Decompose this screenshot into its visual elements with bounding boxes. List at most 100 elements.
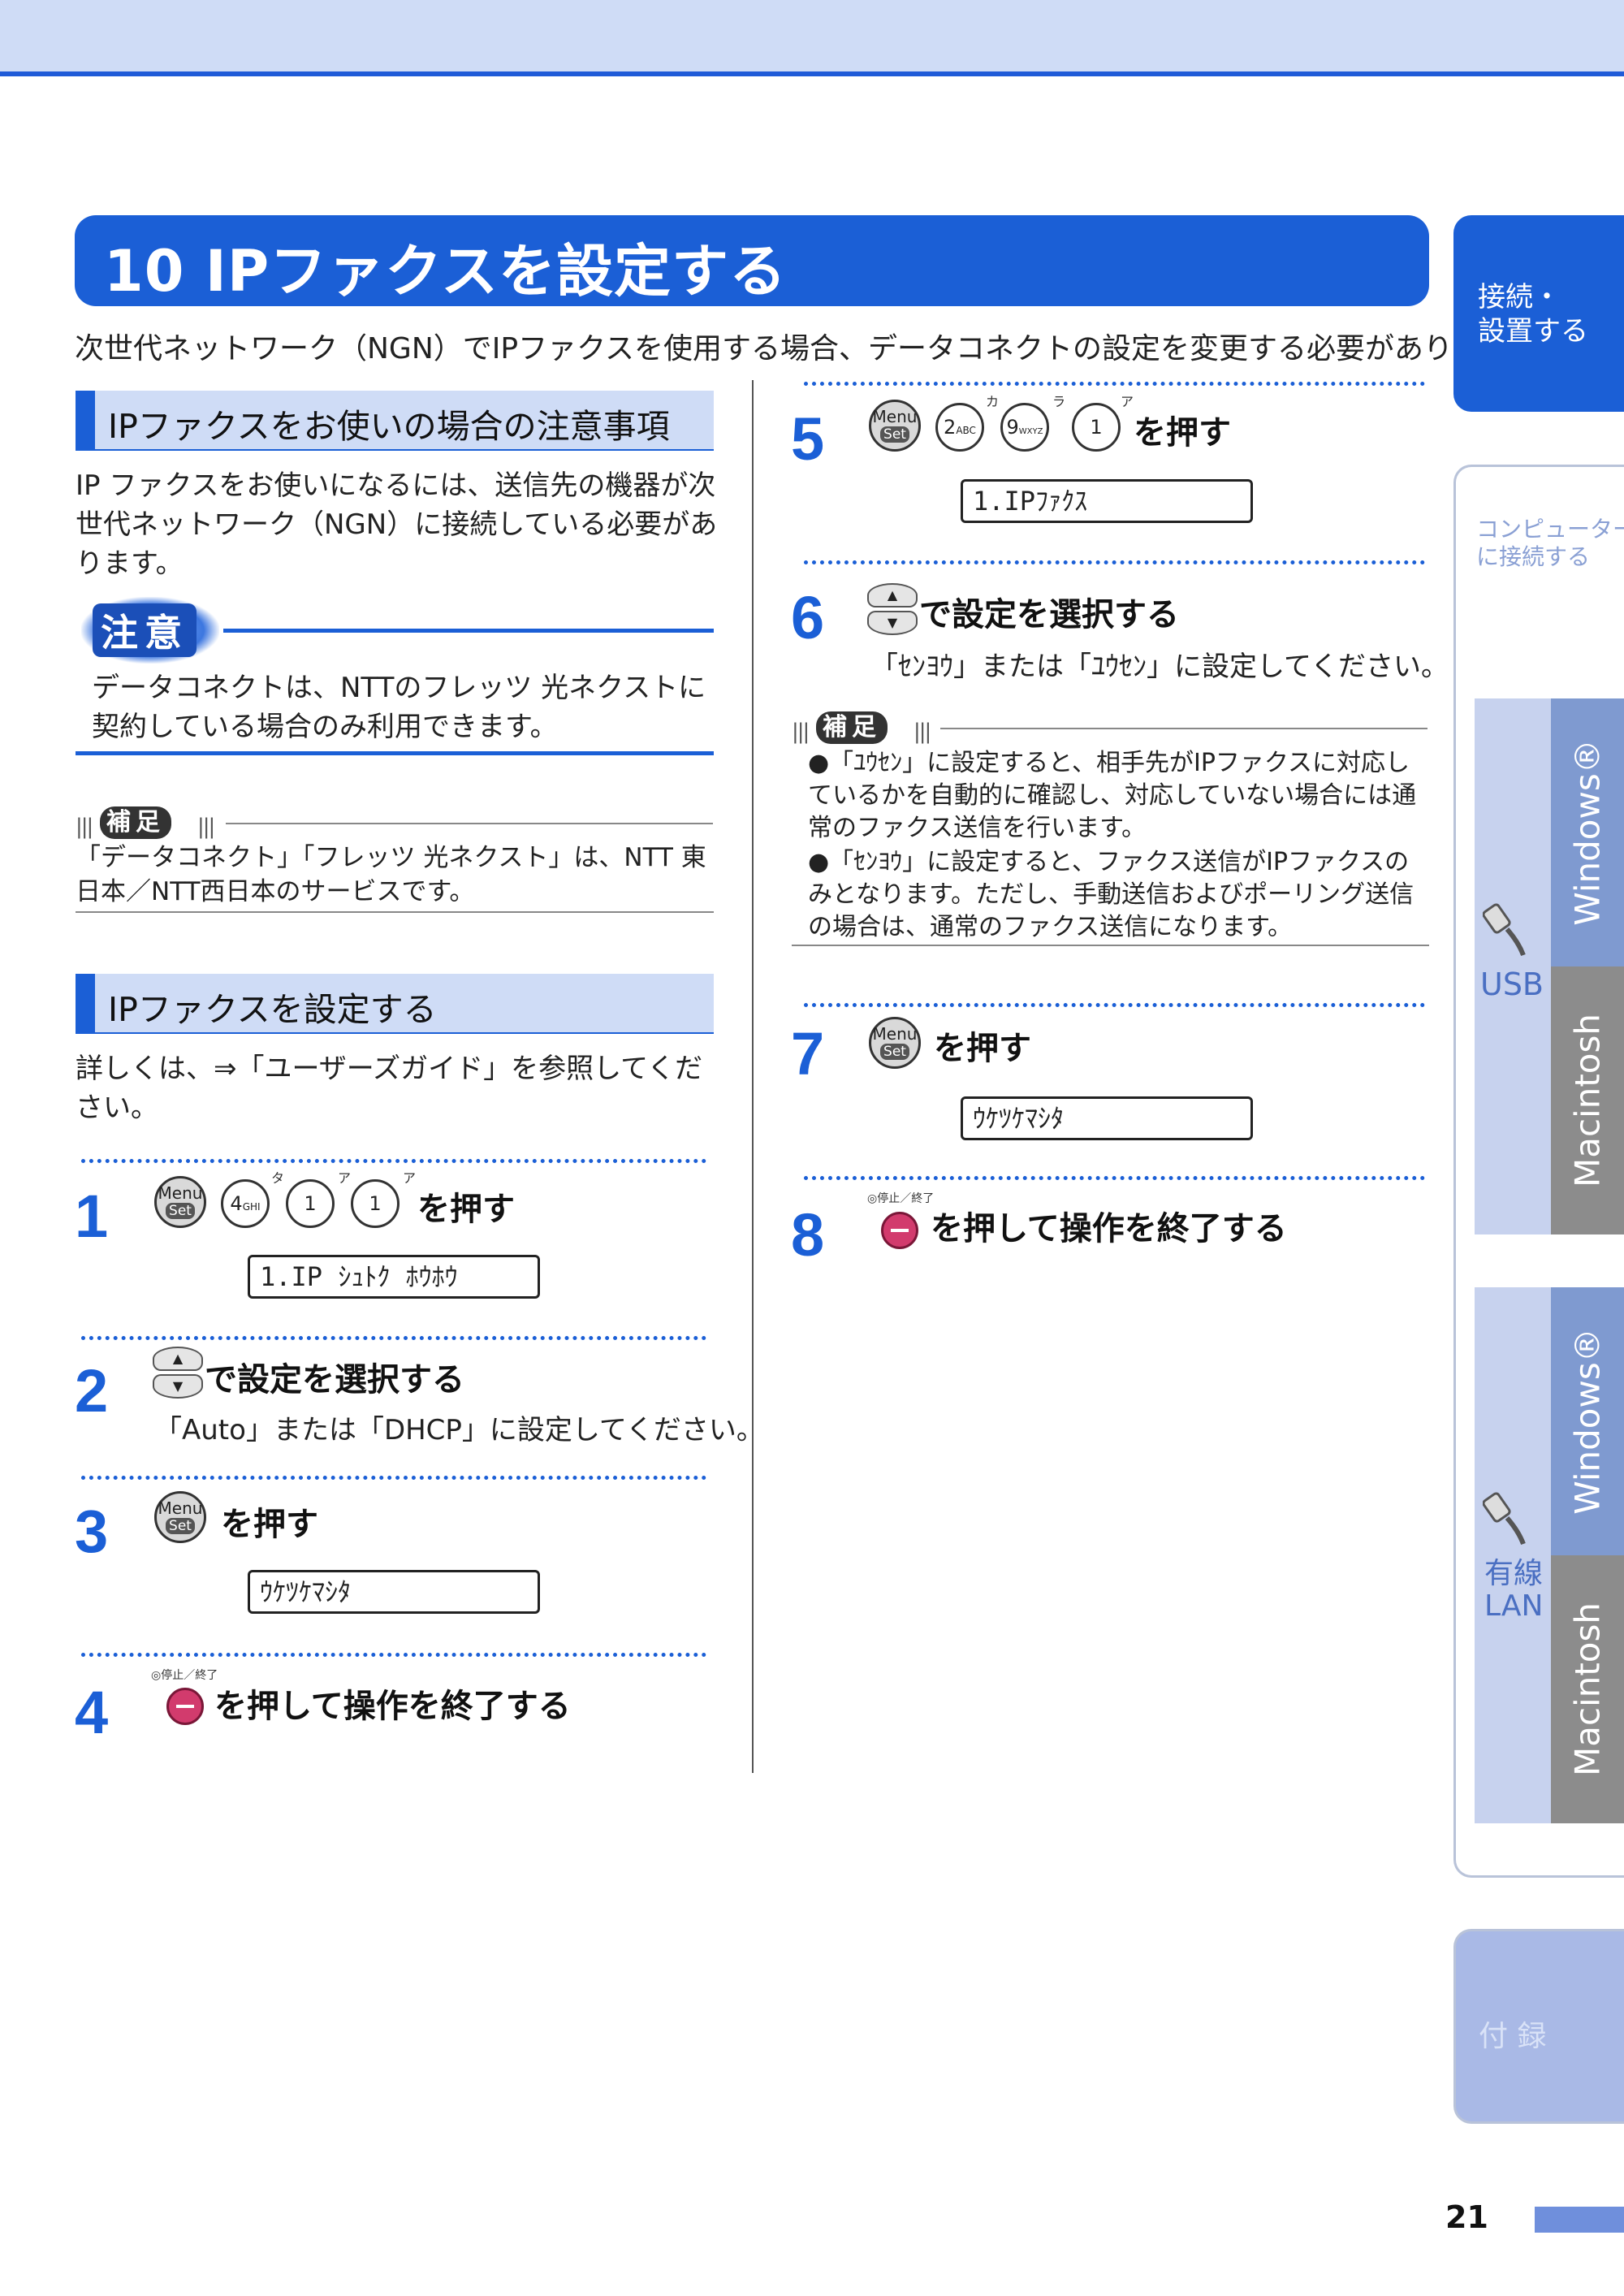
step-instruction: で設定を選択する [919,596,1179,633]
caution-body: データコネクトは、NTTのフレッツ 光ネクストに契約している場合のみ利用できます… [92,672,706,743]
step-instruction: を押して操作を終了する [214,1688,571,1725]
lcd-display: ｳｹﾂｹﾏｼﾀ [248,1570,540,1614]
step-instruction: を押す [1134,414,1231,452]
caution-badge: 注意 [81,597,219,664]
step-number: 7 [791,1020,825,1087]
dotted-divider [81,1336,706,1340]
dotted-divider [81,1476,706,1480]
step-instruction: を押して操作を終了する [931,1210,1287,1247]
tab-usb-macintosh[interactable]: Macintosh [1551,966,1624,1234]
supplement-item: ●「ﾕｳｾﾝ」に設定すると、相手先がIPファクスに対応しているかを自動的に確認し… [808,749,1417,842]
lcd-display: 1.IPﾌｧｸｽ [961,479,1253,523]
key-sub-label: WXYZ [1018,427,1043,436]
tab-setup[interactable]: 接続・ 設置する [1453,215,1624,412]
key-label: 9 [1006,416,1019,439]
section-body: 詳しくは、⇒「ユーザーズガイド」を参照してください。 [76,1053,703,1124]
step-instruction: を押す [934,1030,1031,1067]
key-label: Menu [158,1183,203,1203]
key-1-icon: 1 [351,1179,400,1228]
dotted-divider [804,1003,1425,1007]
key-sub-label: ABC [956,425,976,436]
intro-text: 次世代ネットワーク（NGN）でIPファクスを使用する場合、データコネクトの設定を… [75,332,1538,365]
lcd-display: 1.IP ｼｭﾄｸ ﾎｳﾎｳ [248,1255,540,1299]
key-label: Set [166,1203,195,1219]
step-number: 8 [791,1201,825,1269]
key-label: 1 [369,1192,382,1215]
supplement-badge: ||| 補足 ||| [76,806,238,839]
dotted-divider [81,1653,706,1657]
stop-key-icon [881,1212,918,1249]
tab-appendix[interactable]: 付 録 [1453,1929,1624,2124]
divider [76,911,714,913]
down-arrow-icon: ▼ [867,611,918,635]
step-number: 4 [75,1679,109,1746]
step-subtext: 「Auto」または「DHCP」に設定してください。 [154,1414,764,1446]
usb-label: USB [1480,966,1544,1002]
step-number: 6 [791,584,825,651]
menu-set-key-icon: Menu Set [154,1176,206,1228]
stop-caption: ◎停止／終了 [151,1669,218,1682]
key-2-icon: 2ABC [935,403,984,452]
key-label: Set [880,426,909,443]
step-instruction: を押す [221,1506,318,1543]
stop-caption: ◎停止／終了 [867,1192,935,1205]
tab-label: 接続・ 設置する [1478,281,1588,348]
section-heading-setup: IPファクスを設定する [76,974,714,1034]
section-heading-text: IPファクスを設定する [108,990,437,1029]
step-instruction: で設定を選択する [205,1361,464,1399]
up-down-keys-icon: ▲ ▼ [153,1347,203,1399]
key-label: 2 [944,416,957,439]
tab-label: Macintosh [1567,1013,1608,1188]
key-label: Menu [158,1498,203,1518]
key-1-icon: 1 [286,1179,335,1228]
divider [226,823,713,824]
page-bar [1535,2207,1624,2233]
key-sub-label: GHI [242,1201,261,1213]
page-number: 21 [1445,2199,1488,2235]
bars-icon: ||| [76,815,93,839]
step-subtext: 「ｾﾝﾖｳ」または「ﾕｳｾﾝ」に設定してください。 [870,651,1449,683]
supplement-body: 「データコネクト」「フレッツ 光ネクスト」は、NTT 東日本／NTT西日本のサー… [76,843,706,906]
lan-cable-icon [1482,1490,1528,1547]
key-4-icon: 4GHI [221,1179,270,1228]
step-number: 2 [75,1357,109,1425]
column-divider [752,380,754,1773]
section-heading-text: IPファクスをお使いの場合の注意事項 [108,407,670,446]
menu-set-key-icon: Menu Set [869,1017,921,1069]
divider [76,751,714,755]
tab-label: Windows® [1567,739,1608,926]
dotted-divider [804,560,1425,564]
bars-icon: ||| [914,720,931,744]
page-title: 10 IPファクスを設定する [104,238,788,305]
key-label: 4 [230,1192,243,1215]
dotted-divider [804,1176,1425,1180]
menu-set-key-icon: Menu Set [154,1491,206,1543]
lan-group-bg [1475,1287,1551,1823]
kana-label: ラ [1052,394,1066,409]
key-label: Set [166,1518,195,1534]
step-number: 1 [75,1183,109,1250]
tab-label: コンピューター に接続する [1476,516,1624,570]
lcd-display: ｳｹﾂｹﾏｼﾀ [961,1096,1253,1140]
key-label: Menu [872,407,918,426]
up-down-keys-icon: ▲ ▼ [867,583,918,635]
kana-label: タ [271,1170,285,1186]
divider [792,945,1429,946]
tab-usb-windows[interactable]: Windows® [1551,698,1624,966]
tab-lan-windows[interactable]: Windows® [1551,1287,1624,1555]
kana-label: ア [338,1170,352,1186]
tab-label: Macintosh [1567,1602,1608,1777]
menu-set-key-icon: Menu Set [869,400,921,452]
tab-lan-macintosh[interactable]: Macintosh [1551,1555,1624,1823]
kana-label: カ [986,394,1000,409]
bars-icon: ||| [197,815,215,839]
key-1-icon: 1 [1072,403,1121,452]
supplement-item: ●「ｾﾝﾖｳ」に設定すると、ファクス送信がIPファクスのみとなります。ただし、手… [808,848,1415,941]
step-number: 5 [791,405,825,473]
usb-cable-icon [1482,902,1528,958]
up-arrow-icon: ▲ [867,583,918,608]
lan-label: 有線 LAN [1484,1557,1544,1623]
tab-label: 付 録 [1479,2020,1547,2053]
key-label: Set [880,1044,909,1060]
section-body: IP ファクスをお使いになるには、送信先の機器が次世代ネットワーク（NGN）に接… [76,469,718,580]
